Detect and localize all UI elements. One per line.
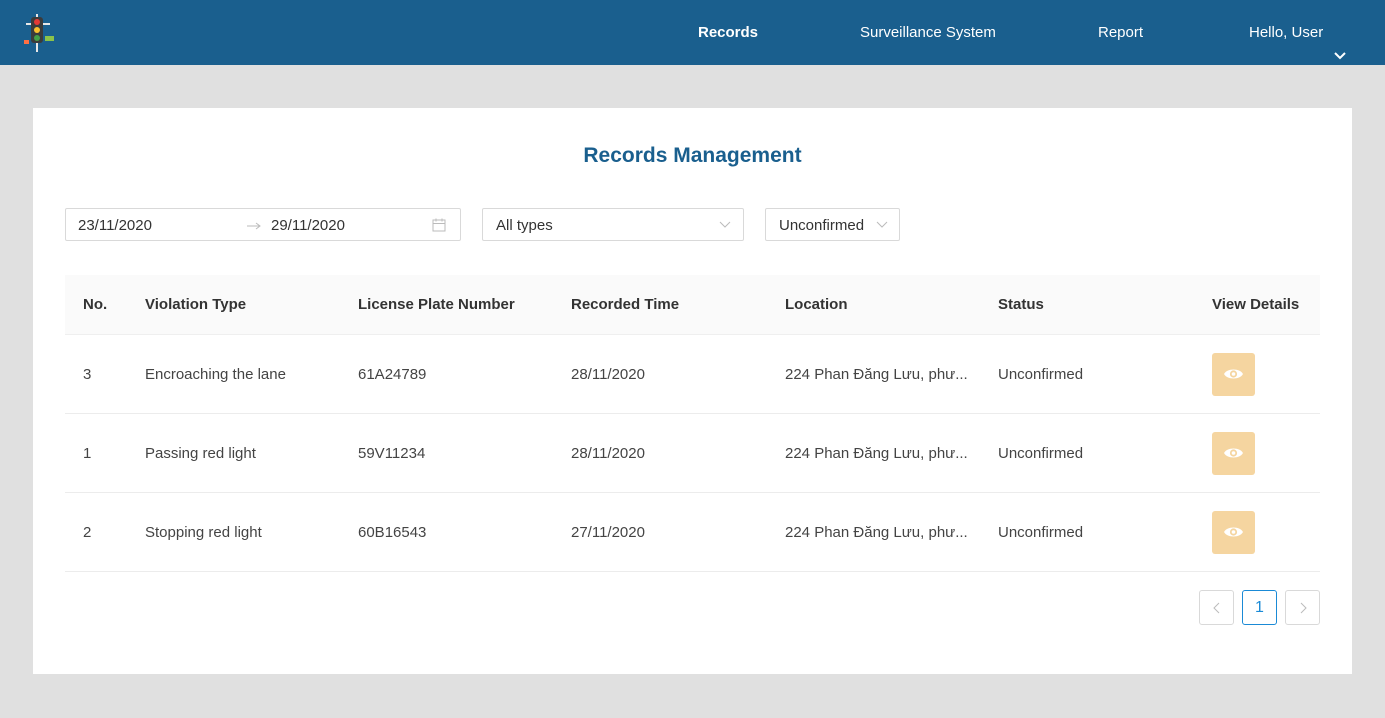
arrow-right-icon xyxy=(247,222,261,230)
pagination-prev-button[interactable] xyxy=(1199,590,1234,625)
nav-report[interactable]: Report xyxy=(1098,0,1143,65)
cell-status: Unconfirmed xyxy=(998,524,1084,541)
cell-no: 2 xyxy=(83,524,92,541)
view-details-button[interactable] xyxy=(1212,511,1255,554)
status-value: Unconfirmed xyxy=(779,217,865,234)
user-greeting: Hello, User xyxy=(1249,23,1324,41)
nav-surveillance-system[interactable]: Surveillance System xyxy=(860,0,996,65)
cell-location: 224 Phan Đăng Lưu, phư... xyxy=(785,524,968,541)
column-header-location[interactable]: Location xyxy=(785,296,848,313)
cell-license-plate: 60B16543 xyxy=(358,524,427,541)
date-start-input[interactable]: 23/11/2020 xyxy=(78,217,152,234)
cell-recorded-time: 28/11/2020 xyxy=(571,445,645,462)
view-details-button[interactable] xyxy=(1212,432,1255,475)
table-header: No. Violation Type License Plate Number … xyxy=(65,275,1320,335)
eye-icon xyxy=(1224,527,1243,537)
date-end-input[interactable]: 29/11/2020 xyxy=(271,217,345,234)
cell-location: 224 Phan Đăng Lưu, phư... xyxy=(785,366,968,383)
cell-status: Unconfirmed xyxy=(998,445,1084,462)
records-card: Records Management 23/11/2020 29/11/2020… xyxy=(33,108,1352,674)
column-header-license-plate[interactable]: License Plate Number xyxy=(358,296,515,313)
cell-recorded-time: 27/11/2020 xyxy=(571,524,645,541)
cell-no: 1 xyxy=(83,445,92,462)
traffic-light-icon[interactable] xyxy=(22,10,56,54)
cell-license-plate: 59V11234 xyxy=(358,445,426,462)
chevron-left-icon xyxy=(1212,602,1219,614)
table-row[interactable]: 1 Passing red light 59V11234 28/11/2020 … xyxy=(65,414,1320,493)
cell-violation-type: Encroaching the lane xyxy=(145,366,286,383)
cell-violation-type: Stopping red light xyxy=(145,524,262,541)
chevron-down-icon xyxy=(876,221,888,228)
violation-type-select[interactable]: All types xyxy=(482,208,744,241)
cell-violation-type: Passing red light xyxy=(145,445,256,462)
pagination-page-current[interactable]: 1 xyxy=(1242,590,1277,625)
pagination-next-button[interactable] xyxy=(1285,590,1320,625)
column-header-recorded-time[interactable]: Recorded Time xyxy=(571,296,679,313)
date-range-picker[interactable]: 23/11/2020 29/11/2020 xyxy=(65,208,461,241)
eye-icon xyxy=(1224,448,1243,458)
chevron-right-icon xyxy=(1300,602,1307,614)
violation-type-value: All types xyxy=(496,217,553,234)
chevron-down-icon xyxy=(719,221,731,228)
column-header-status[interactable]: Status xyxy=(998,296,1044,313)
cell-license-plate: 61A24789 xyxy=(358,366,427,383)
eye-icon xyxy=(1224,369,1243,379)
cell-no: 3 xyxy=(83,366,92,383)
nav-records[interactable]: Records xyxy=(698,0,758,65)
top-navbar: Records Surveillance System Report Hello… xyxy=(0,0,1385,65)
table-row[interactable]: 2 Stopping red light 60B16543 27/11/2020… xyxy=(65,493,1320,572)
user-menu[interactable]: Hello, User xyxy=(1249,0,1347,65)
cell-location: 224 Phan Đăng Lưu, phư... xyxy=(785,445,968,462)
column-header-violation-type[interactable]: Violation Type xyxy=(145,296,246,313)
cell-status: Unconfirmed xyxy=(998,366,1084,383)
column-header-no[interactable]: No. xyxy=(83,296,107,313)
page-title: Records Management xyxy=(583,144,802,167)
calendar-icon xyxy=(432,218,446,232)
table-row[interactable]: 3 Encroaching the lane 61A24789 28/11/20… xyxy=(65,335,1320,414)
column-header-view-details[interactable]: View Details xyxy=(1212,296,1299,313)
view-details-button[interactable] xyxy=(1212,353,1255,396)
cell-recorded-time: 28/11/2020 xyxy=(571,366,645,383)
chevron-down-icon xyxy=(1333,26,1347,59)
status-select[interactable]: Unconfirmed xyxy=(765,208,900,241)
